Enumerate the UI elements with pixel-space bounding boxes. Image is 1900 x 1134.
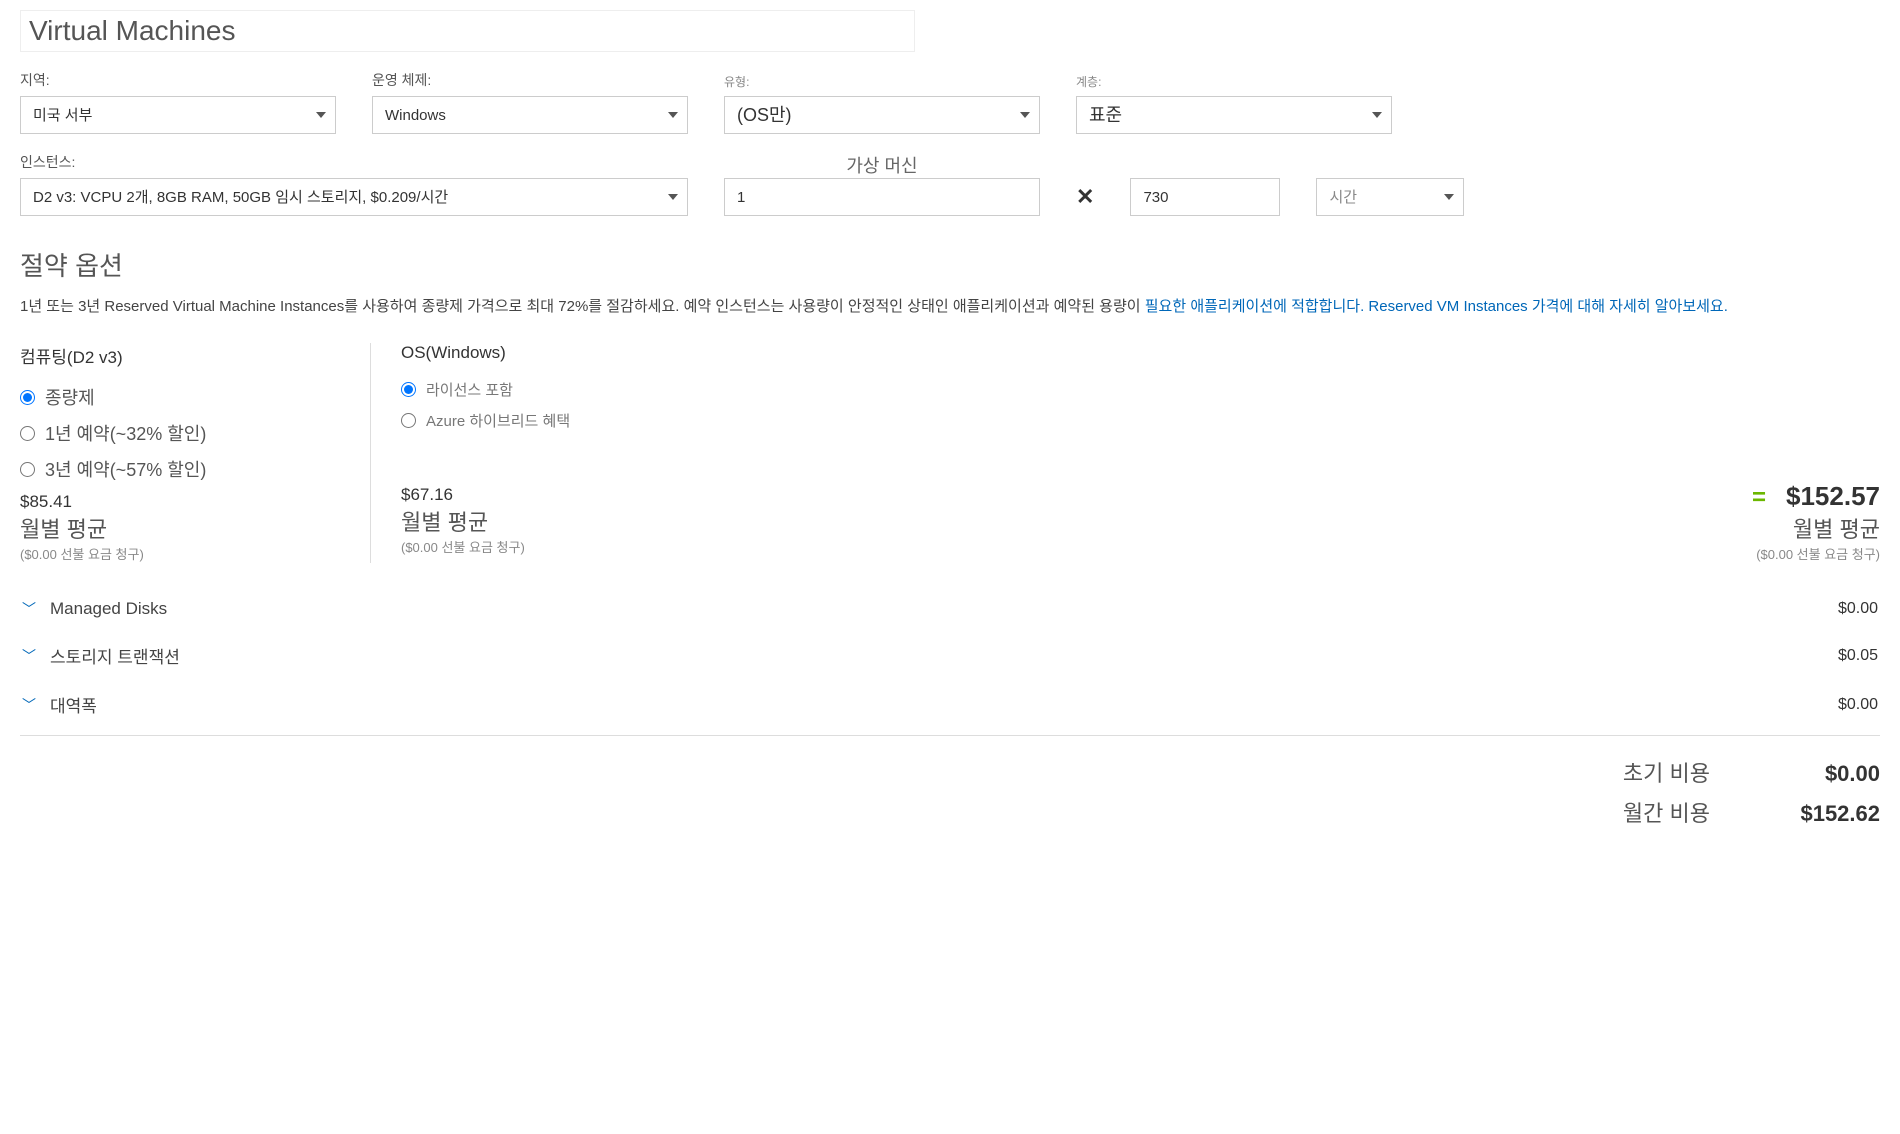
os-price-sub: ($0.00 선불 요금 청구) xyxy=(401,537,690,556)
os-col-title: OS(Windows) xyxy=(401,343,690,363)
os-column: OS(Windows) 라이선스 포함 Azure 하이브리드 혜택 $67.1… xyxy=(370,343,720,563)
os-radio-hybrid[interactable] xyxy=(401,413,416,428)
storage-transactions-row[interactable]: ﹀ 스토리지 트랜잭션 $0.05 xyxy=(20,631,1880,680)
managed-disks-label: Managed Disks xyxy=(50,599,167,619)
equals-icon: = xyxy=(1752,484,1766,512)
compute-option-payg[interactable]: 종량제 xyxy=(20,384,340,410)
chevron-down-icon: ﹀ xyxy=(22,695,36,715)
hours-input[interactable] xyxy=(1130,178,1280,216)
instance-select[interactable]: D2 v3: VCPU 2개, 8GB RAM, 50GB 임시 스토리지, $… xyxy=(20,178,688,216)
os-label: 운영 체제: xyxy=(372,70,688,90)
subtotal-value: $152.57 xyxy=(1786,481,1880,512)
os-price: $67.16 xyxy=(401,485,690,505)
region-label: 지역: xyxy=(20,70,336,90)
summary-divider xyxy=(20,735,1880,736)
vm-count-input[interactable] xyxy=(724,178,1040,216)
subtotal-label: 월별 평균 xyxy=(1793,512,1880,544)
compute-column: 컴퓨팅(D2 v3) 종량제 1년 예약(~32% 할인) 3년 예약(~57%… xyxy=(20,343,370,563)
os-radio-included[interactable] xyxy=(401,382,416,397)
bandwidth-row[interactable]: ﹀ 대역폭 $0.00 xyxy=(20,680,1880,729)
savings-description: 1년 또는 3년 Reserved Virtual Machine Instan… xyxy=(20,295,1880,319)
os-select[interactable]: Windows xyxy=(372,96,688,134)
compute-radio-payg[interactable] xyxy=(20,390,35,405)
upfront-cost-value: $0.00 xyxy=(1770,761,1880,787)
bandwidth-label: 대역폭 xyxy=(50,692,97,717)
monthly-cost-value: $152.62 xyxy=(1770,801,1880,827)
bandwidth-price: $0.00 xyxy=(1838,696,1878,714)
monthly-cost-label: 월간 비용 xyxy=(1590,796,1710,828)
managed-disks-price: $0.00 xyxy=(1838,600,1878,618)
summary-section: 초기 비용 $0.00 월간 비용 $152.62 xyxy=(20,756,1880,828)
region-select[interactable]: 미국 서부 xyxy=(20,96,336,134)
type-select[interactable]: (OS만) xyxy=(724,96,1040,134)
upfront-cost-row: 초기 비용 $0.00 xyxy=(1590,756,1880,788)
compute-option-1yr[interactable]: 1년 예약(~32% 할인) xyxy=(20,420,340,446)
compute-option-3yr[interactable]: 3년 예약(~57% 할인) xyxy=(20,456,340,482)
tier-label: 계층: xyxy=(1076,73,1392,90)
compute-title: 컴퓨팅(D2 v3) xyxy=(20,343,340,368)
storage-transactions-price: $0.05 xyxy=(1838,647,1878,665)
subtotal-sub: ($0.00 선불 요금 청구) xyxy=(1756,544,1880,563)
chevron-down-icon: ﹀ xyxy=(22,599,36,619)
os-option-hybrid[interactable]: Azure 하이브리드 혜택 xyxy=(401,410,690,431)
os-price-label: 월별 평균 xyxy=(401,505,690,537)
vm-count-label: 가상 머신 xyxy=(724,152,1040,178)
config-row-1: 지역: 미국 서부 운영 체제: Windows 유형: (OS만) 계층: 표… xyxy=(20,70,1880,134)
compute-price-sub: ($0.00 선불 요금 청구) xyxy=(20,544,340,563)
monthly-cost-row: 월간 비용 $152.62 xyxy=(1590,796,1880,828)
type-label: 유형: xyxy=(724,73,1040,90)
compute-radio-1yr[interactable] xyxy=(20,426,35,441)
compute-price-label: 월별 평균 xyxy=(20,512,340,544)
subtotal-column: = $152.57 월별 평균 ($0.00 선불 요금 청구) xyxy=(1752,343,1880,563)
instance-label: 인스턴스: xyxy=(20,152,688,172)
chevron-down-icon: ﹀ xyxy=(22,646,36,666)
compute-radio-3yr[interactable] xyxy=(20,462,35,477)
time-unit-select[interactable]: 시간 xyxy=(1316,178,1464,216)
reserved-instances-link[interactable]: 필요한 애플리케이션에 적합합니다. Reserved VM Instances… xyxy=(1145,298,1728,315)
config-row-2: 인스턴스: D2 v3: VCPU 2개, 8GB RAM, 50GB 임시 스… xyxy=(20,152,1880,216)
savings-options-row: 컴퓨팅(D2 v3) 종량제 1년 예약(~32% 할인) 3년 예약(~57%… xyxy=(20,343,1880,563)
storage-transactions-label: 스토리지 트랜잭션 xyxy=(50,643,180,668)
tier-select[interactable]: 표준 xyxy=(1076,96,1392,134)
compute-price: $85.41 xyxy=(20,492,340,512)
savings-title: 절약 옵션 xyxy=(20,246,1880,283)
page-title: Virtual Machines xyxy=(20,10,915,52)
upfront-cost-label: 초기 비용 xyxy=(1590,756,1710,788)
os-option-included[interactable]: 라이선스 포함 xyxy=(401,379,690,400)
managed-disks-row[interactable]: ﹀ Managed Disks $0.00 xyxy=(20,587,1880,631)
multiply-icon: ✕ xyxy=(1076,184,1094,216)
